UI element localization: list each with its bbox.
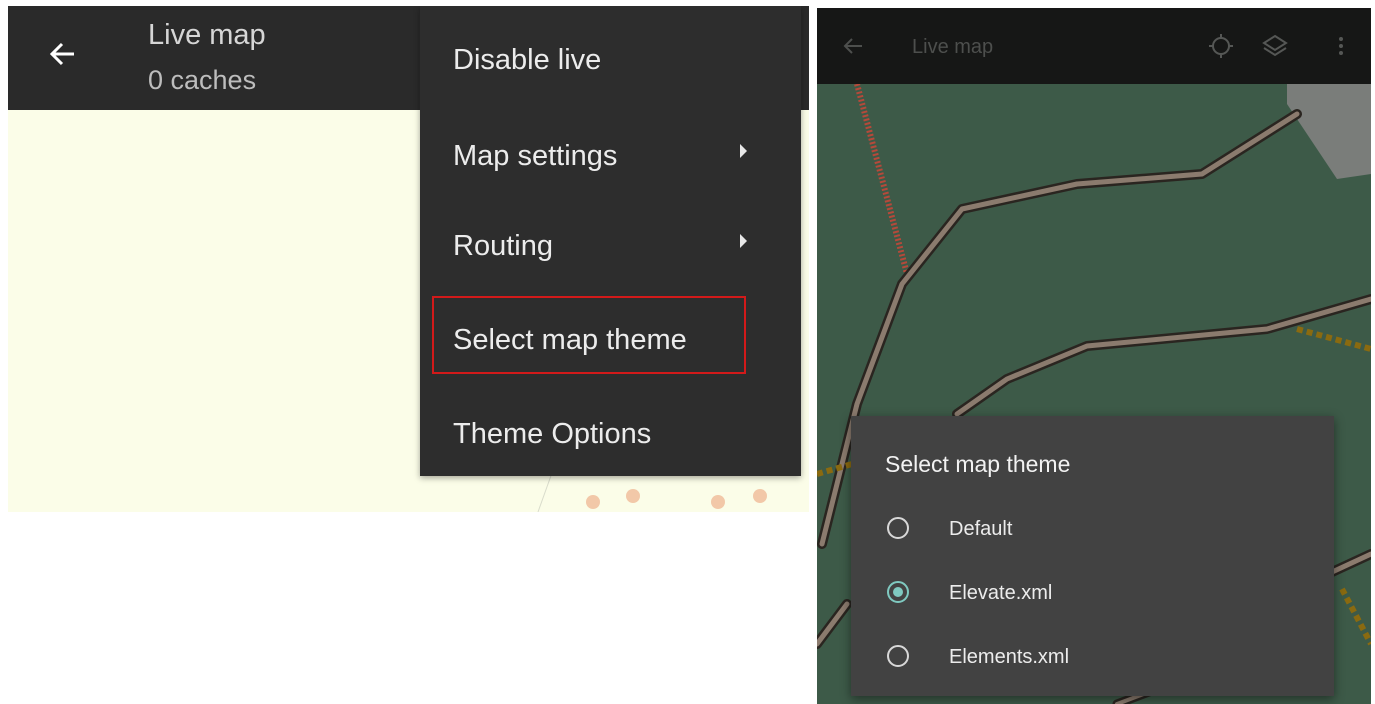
- radio-button-selected[interactable]: [887, 581, 909, 603]
- radio-button[interactable]: [887, 645, 909, 667]
- app-title: Live map: [148, 19, 266, 51]
- menu-item-theme-options[interactable]: Theme Options: [420, 389, 801, 479]
- menu-item-label: Theme Options: [453, 418, 652, 450]
- left-screen: Live map 0 caches Disable live Map setti…: [8, 6, 809, 512]
- app-title: Live map: [912, 36, 994, 58]
- my-location-icon[interactable]: [1207, 32, 1235, 60]
- app-bar: Live map: [817, 8, 1371, 84]
- theme-option-elements[interactable]: Elements.xml: [851, 627, 1334, 687]
- theme-option-elevate[interactable]: Elevate.xml: [851, 563, 1334, 623]
- menu-item-label: Disable live: [453, 44, 602, 76]
- arrow-left-icon[interactable]: [48, 40, 76, 68]
- menu-item-select-map-theme[interactable]: Select map theme: [420, 295, 801, 385]
- option-label: Elements.xml: [949, 646, 1070, 668]
- dialog-title: Select map theme: [885, 451, 1071, 477]
- right-screen: Live map Select map theme Default Elevat…: [817, 8, 1371, 704]
- overflow-menu: Disable live Map settings Routing Select…: [420, 6, 801, 476]
- theme-option-default[interactable]: Default: [851, 499, 1334, 559]
- menu-item-label: Routing: [453, 230, 553, 262]
- menu-item-routing[interactable]: Routing: [420, 201, 801, 291]
- option-label: Elevate.xml: [949, 582, 1053, 604]
- menu-item-map-settings[interactable]: Map settings: [420, 111, 801, 201]
- option-label: Default: [949, 518, 1013, 540]
- menu-item-label: Select map theme: [453, 324, 687, 356]
- radio-button[interactable]: [887, 517, 909, 539]
- submenu-arrow-icon: [740, 144, 747, 158]
- cache-count: 0 caches: [148, 65, 257, 95]
- menu-item-label: Map settings: [453, 140, 618, 172]
- select-map-theme-dialog: Select map theme Default Elevate.xml Ele…: [851, 416, 1334, 696]
- more-vert-icon[interactable]: [1327, 32, 1355, 60]
- menu-item-disable-live[interactable]: Disable live: [420, 15, 801, 105]
- arrow-left-icon[interactable]: [843, 36, 863, 56]
- layers-icon[interactable]: [1261, 32, 1289, 60]
- submenu-arrow-icon: [740, 234, 747, 248]
